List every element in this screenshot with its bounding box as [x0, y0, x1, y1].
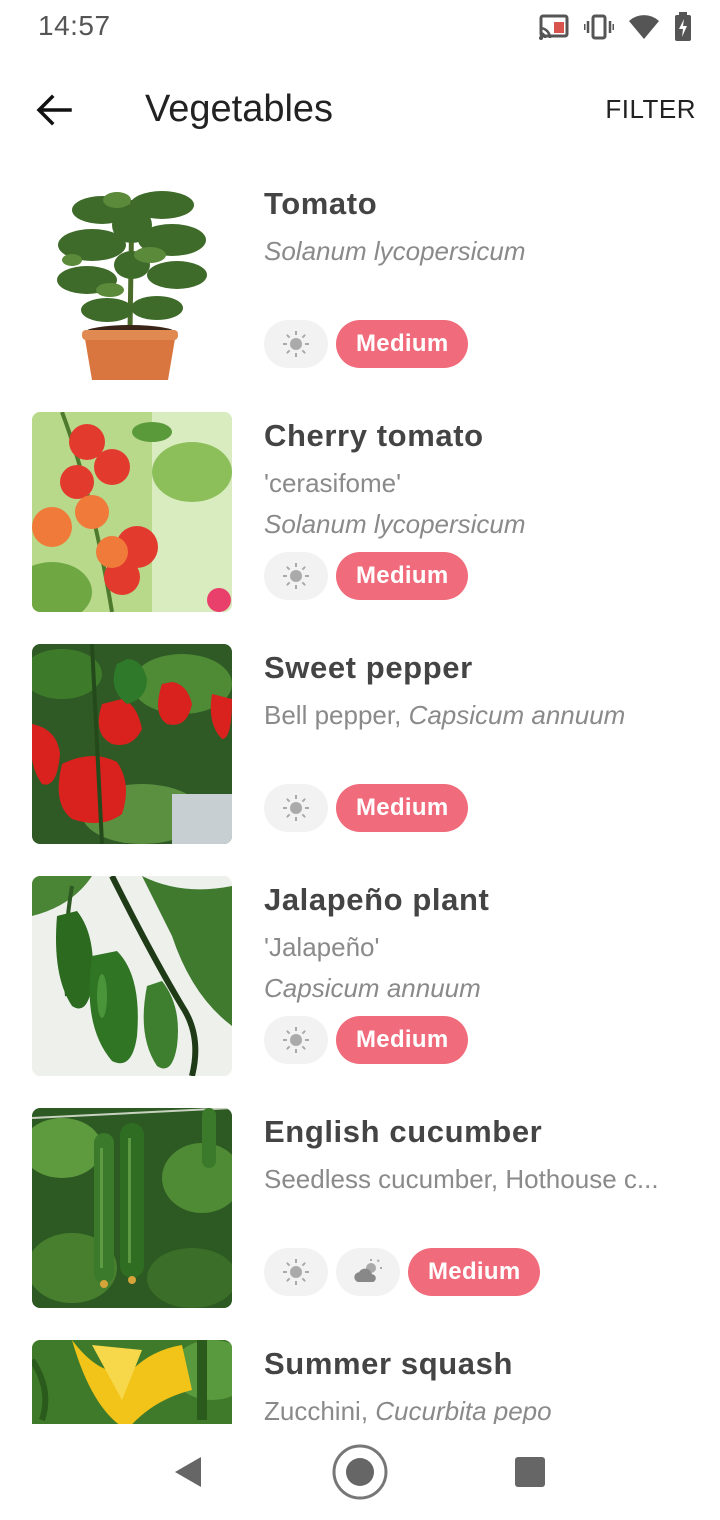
vibrate-icon [584, 14, 614, 40]
plant-name: Jalapeño plant [264, 882, 490, 917]
partial-light-tag [336, 1248, 400, 1296]
plant-scientific-name: Solanum lycopersicum [264, 509, 526, 539]
partly-cloudy-icon [354, 1259, 382, 1282]
cast-icon [538, 14, 570, 40]
sun-icon [283, 1027, 309, 1053]
plant-cultivar: 'Jalapeño' [264, 932, 380, 962]
plant-image-english-cucumber [32, 1108, 232, 1308]
list-item[interactable]: Cherry tomato 'cerasifome' Solanum lycop… [0, 412, 720, 612]
filter-button[interactable]: FILTER [605, 94, 696, 125]
status-bar: 14:57 [0, 0, 720, 56]
light-tag [264, 1248, 328, 1296]
plant-tags: Medium [264, 1016, 469, 1064]
plant-scientific-name: Capsicum annuum [264, 973, 481, 1003]
plant-name: Tomato [264, 186, 378, 221]
list-item[interactable]: English cucumber Seedless cucumber, Hoth… [0, 1108, 720, 1308]
plant-image-sweet-pepper [32, 644, 232, 844]
difficulty-tag: Medium [336, 784, 469, 832]
battery-charging-icon [674, 12, 692, 42]
page-title: Vegetables [145, 88, 334, 130]
home-circle-icon [332, 1444, 388, 1500]
sun-icon [283, 563, 309, 589]
plant-cultivar: 'cerasifome' [264, 468, 402, 498]
back-button[interactable] [24, 80, 84, 140]
difficulty-tag: Medium [336, 320, 469, 368]
list-item[interactable]: Sweet pepper Bell pepper, Capsicum annuu… [0, 644, 720, 844]
plant-name: Summer squash [264, 1346, 513, 1381]
plant-image-summer-squash [32, 1340, 232, 1424]
back-triangle-icon [175, 1457, 201, 1487]
app-bar: Vegetables FILTER [0, 70, 720, 150]
plant-scientific-name: Solanum lycopersicum [264, 236, 526, 266]
nav-recents-button[interactable] [500, 1442, 560, 1502]
plant-name: English cucumber [264, 1114, 543, 1149]
plant-tags: Medium [264, 1248, 541, 1296]
plant-common-names: Seedless cucumber, Hothouse c... [264, 1164, 659, 1194]
plant-common-and-scientific-name: Zucchini, Cucurbita pepo [264, 1396, 552, 1424]
light-tag [264, 552, 328, 600]
list-item[interactable]: Jalapeño plant 'Jalapeño' Capsicum annuu… [0, 876, 720, 1076]
sun-icon [283, 1259, 309, 1285]
light-tag [264, 1016, 328, 1064]
list-item[interactable]: Summer squash Zucchini, Cucurbita pepo [0, 1340, 720, 1424]
plant-image-cherry-tomato [32, 412, 232, 612]
nav-home-button[interactable] [330, 1442, 390, 1502]
plant-tags: Medium [264, 552, 469, 600]
plant-name: Sweet pepper [264, 650, 473, 685]
plant-image-jalapeno [32, 876, 232, 1076]
recents-square-icon [515, 1457, 545, 1487]
arrow-left-icon [36, 94, 72, 126]
plant-image-tomato [32, 180, 232, 380]
screen: 14:57 Vegetables FILTER Tomato Solanum l… [0, 0, 720, 1520]
plant-common-and-scientific-name: Bell pepper, Capsicum annuum [264, 700, 626, 730]
light-tag [264, 784, 328, 832]
plant-tags: Medium [264, 784, 469, 832]
plant-info: Summer squash Zucchini, Cucurbita pepo [264, 1346, 694, 1424]
difficulty-tag: Medium [408, 1248, 541, 1296]
plant-list[interactable]: Tomato Solanum lycopersicum Medium Cherr… [0, 180, 720, 1424]
wifi-icon [628, 14, 660, 40]
system-nav-bar [0, 1424, 720, 1520]
list-item[interactable]: Tomato Solanum lycopersicum Medium [0, 180, 720, 380]
plant-name: Cherry tomato [264, 418, 484, 453]
plant-tags: Medium [264, 320, 469, 368]
sun-icon [283, 795, 309, 821]
nav-back-button[interactable] [158, 1442, 218, 1502]
status-icons [538, 10, 692, 44]
difficulty-tag: Medium [336, 552, 469, 600]
status-time: 14:57 [38, 10, 111, 41]
sun-icon [283, 331, 309, 357]
difficulty-tag: Medium [336, 1016, 469, 1064]
light-tag [264, 320, 328, 368]
